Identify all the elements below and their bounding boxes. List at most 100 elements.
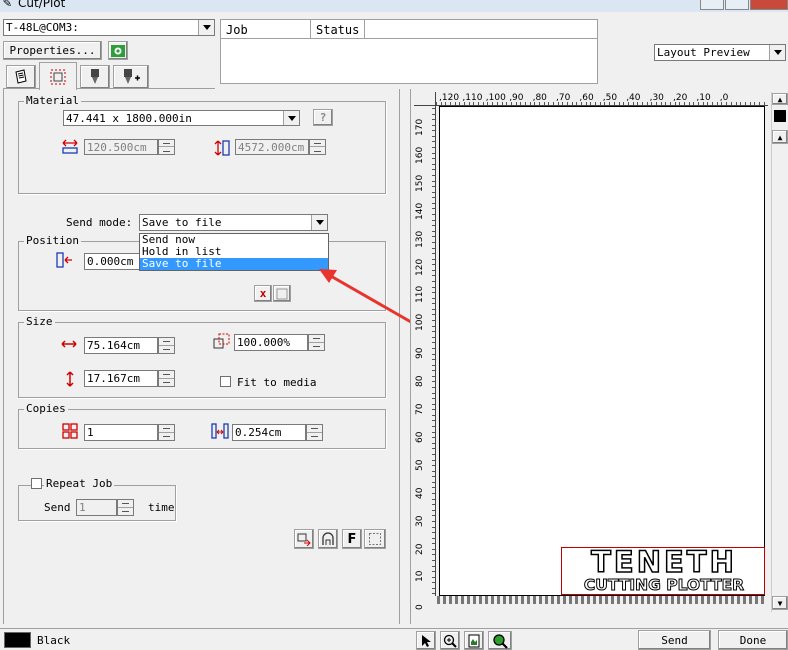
chevron-down-icon[interactable] — [198, 20, 214, 35]
size-legend: Size — [24, 315, 55, 328]
job-queue[interactable]: Job Status — [220, 19, 598, 84]
ruler-tick — [496, 102, 498, 105]
tab-general[interactable] — [6, 65, 36, 89]
repeat-job-label: Repeat Job — [44, 477, 115, 490]
ruler-tick — [670, 102, 671, 105]
chevron-down-icon[interactable] — [769, 45, 785, 60]
zoom-in-button[interactable] — [440, 631, 460, 650]
ruler-tick — [432, 465, 435, 467]
reset-position-button[interactable]: x — [254, 285, 272, 302]
preview-mode-select[interactable]: Layout Preview — [654, 44, 786, 61]
ruler-tick — [432, 292, 435, 294]
ruler-v-label: 160 — [415, 146, 425, 164]
scroll-thumb[interactable] — [774, 110, 786, 122]
size-width-field[interactable]: 75.164cm — [84, 337, 158, 354]
zoom-fit-icon — [493, 633, 508, 649]
title-bar: ✎ Cut/Plot — [0, 0, 788, 12]
chevron-up-icon: ▲ — [777, 132, 783, 142]
ruler-tick — [432, 559, 435, 561]
scale-field[interactable]: 100.000% — [234, 334, 308, 351]
ruler-tick — [763, 102, 765, 105]
ruler-v-label: 50 — [415, 459, 425, 471]
chevron-down-icon[interactable] — [283, 111, 299, 125]
contour-button[interactable] — [318, 529, 338, 549]
ruler-tick — [468, 102, 470, 105]
copies-field[interactable]: 1 — [84, 424, 158, 441]
zoom-page-button[interactable] — [464, 631, 484, 650]
ruler-h-label: ,120 — [439, 93, 460, 103]
ruler-tick — [432, 130, 435, 132]
send-mode-option-save-to-file[interactable]: Save to file — [140, 258, 328, 270]
ruler-tick — [623, 102, 625, 105]
copy-spacing-spinner[interactable] — [306, 424, 323, 441]
column-status[interactable]: Status — [316, 23, 359, 37]
scroll-top-button[interactable]: ▲ — [772, 93, 788, 105]
ruler-v-label: 40 — [415, 487, 425, 499]
copies-spinner[interactable] — [158, 424, 175, 441]
size-width-spinner[interactable] — [158, 337, 175, 354]
ruler-tick — [730, 102, 732, 105]
material-length-value: 4572.000cm — [238, 140, 305, 154]
ruler-tick — [576, 102, 578, 105]
ruler-tick — [721, 102, 723, 105]
weed-button[interactable] — [294, 529, 314, 549]
properties-button[interactable]: Properties... — [3, 41, 102, 60]
tab-tool[interactable] — [80, 65, 110, 89]
ruler-tick — [501, 102, 503, 105]
ruler-tick — [432, 571, 435, 573]
ruler-tick — [454, 102, 456, 105]
ruler-tick — [754, 102, 756, 105]
chevron-down-icon[interactable] — [311, 215, 327, 230]
fit-to-media-checkbox[interactable] — [220, 376, 231, 387]
ruler-tick — [459, 102, 461, 105]
frame-button[interactable] — [364, 529, 386, 549]
align-button[interactable] — [273, 285, 291, 302]
ruler-tick — [432, 414, 435, 416]
copies-icon — [62, 423, 78, 439]
preview-mode-value: Layout Preview — [657, 46, 750, 59]
done-button[interactable]: Done — [718, 630, 788, 650]
ruler-tick — [432, 124, 435, 126]
size-height-field[interactable]: 17.167cm — [84, 370, 158, 387]
tab-tool-plus[interactable] — [113, 65, 149, 89]
minimize-button[interactable] — [700, 0, 724, 10]
column-job[interactable]: Job — [226, 23, 248, 37]
artwork-frame[interactable]: TENETH CUTTING PLOTTER — [561, 547, 765, 595]
scale-spinner[interactable] — [308, 334, 325, 351]
size-height-spinner[interactable] — [158, 370, 175, 387]
ruler-tick — [432, 448, 435, 450]
ruler-tick — [595, 102, 597, 105]
ruler-tick — [432, 119, 435, 121]
fit-to-media-label: Fit to media — [237, 376, 317, 389]
zoom-fit-button[interactable] — [488, 631, 512, 650]
scroll-down-button[interactable]: ▼ — [772, 596, 788, 610]
help-button[interactable]: ? — [313, 109, 333, 126]
material-size-select[interactable]: 47.441 x 1800.000in — [63, 110, 300, 126]
select-tool-button[interactable] — [416, 631, 436, 650]
maximize-button[interactable] — [725, 0, 749, 10]
ruler-tick — [627, 102, 629, 105]
tab-layout[interactable] — [39, 62, 77, 90]
copy-spacing-field[interactable]: 0.254cm — [232, 424, 306, 441]
connection-icon[interactable] — [108, 41, 128, 60]
repeat-job-checkbox[interactable] — [31, 478, 42, 489]
repeat-count-value: 1 — [79, 501, 86, 514]
send-button[interactable]: Send — [638, 630, 711, 650]
ruler-tick — [432, 520, 435, 522]
position-x-field[interactable]: 0.000cm — [84, 253, 140, 270]
ruler-tick — [726, 102, 728, 105]
ruler-tick — [567, 102, 569, 105]
ruler-tick — [515, 102, 517, 105]
send-mode-label: Send mode: — [66, 216, 133, 229]
ruler-tick — [432, 459, 435, 461]
ruler-tick — [432, 453, 435, 455]
font-button[interactable]: F — [342, 529, 362, 549]
vertical-scrollbar[interactable] — [771, 92, 788, 612]
device-select[interactable]: T-48L@COM3: — [3, 19, 215, 36]
close-button[interactable] — [750, 0, 788, 10]
send-mode-select[interactable]: Save to file — [139, 214, 328, 231]
media-canvas[interactable] — [439, 106, 765, 596]
scroll-up-button[interactable]: ▲ — [772, 130, 788, 144]
ruler-tick — [432, 498, 435, 500]
properties-button-label: Properties... — [9, 44, 96, 57]
